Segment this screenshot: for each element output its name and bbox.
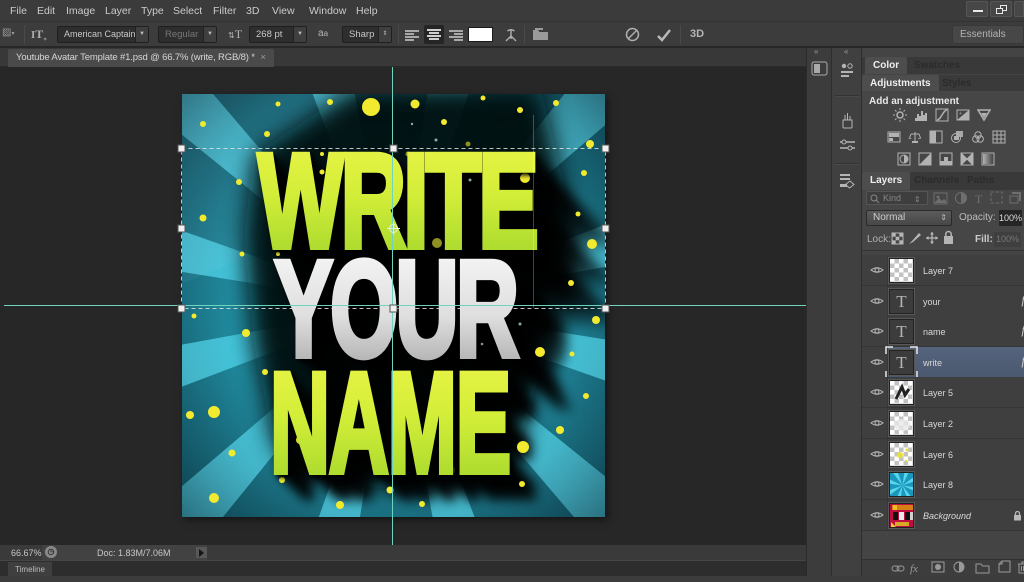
svg-text:T: T — [975, 192, 983, 206]
svg-text:+: + — [959, 111, 962, 117]
svg-text:fx: fx — [910, 563, 918, 575]
svg-text:⇕: ⇕ — [914, 195, 921, 204]
